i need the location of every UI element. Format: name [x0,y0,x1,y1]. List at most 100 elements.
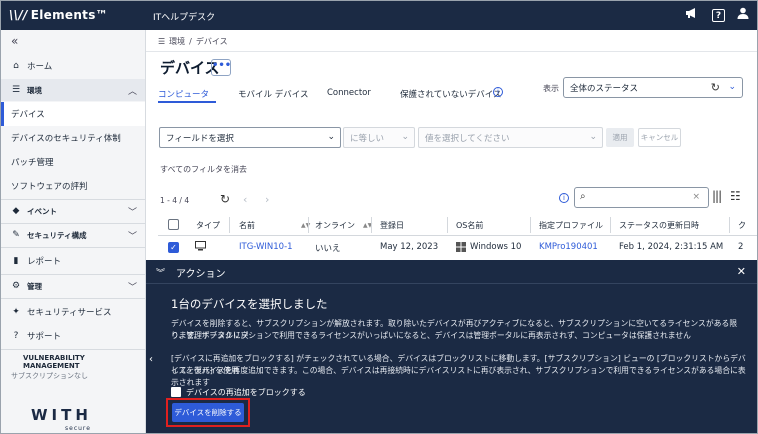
device-name-link[interactable]: ITG-WIN10-1 [239,242,293,252]
column-header-online[interactable]: オンライン [315,220,355,231]
brand-name: Elements™ [30,8,108,22]
event-icon: ◆ [12,206,20,216]
field-select[interactable]: フィールドを選択 ⌄ [159,127,341,148]
cancel-button[interactable]: キャンセル [638,128,681,147]
delete-device-button[interactable]: デバイスを削除する [172,403,244,422]
chevron-down-icon: ⌄ [589,132,597,142]
tab-mobile-devices[interactable]: モバイル デバイス [238,88,308,100]
app-window: \\//Elements™ ITヘルプデスク ? « ⌂ ホーム ☰ 環境 ︿ デバイ… [0,0,758,434]
select-all-checkbox[interactable] [168,219,179,230]
sidebar-group-security-config[interactable]: ✎ セキュリティ構成 ﹀ [1,224,145,246]
sidebar-item-security-services[interactable]: ✦ セキュリティサービス [1,300,145,324]
status-updated: Feb 1, 2024, 2:31:15 AM [619,242,724,252]
service-icon: ✦ [12,307,20,317]
sidebar-group-environment[interactable]: ☰ 環境 ︿ [1,79,145,101]
profile-link[interactable]: KMPro190401 [539,242,598,252]
breadcrumb: ☰ 環境 / デバイス [158,36,228,47]
description-line: して、デバイスを再度追加できます。この場合、デバイスは再接続時にデバイスリストに… [171,366,746,387]
table-row[interactable]: ✓ ITG-WIN10-1 いいえ May 12, 2023 Windows 1… [158,236,757,260]
brand-logo[interactable]: \\//Elements™ [9,8,108,22]
breadcrumb-current: デバイス [195,37,228,46]
next-page-icon[interactable]: › [265,193,269,206]
top-bar: \\//Elements™ ITヘルプデスク ? [1,1,757,30]
prev-page-icon[interactable]: ‹ [243,193,247,206]
user-icon[interactable] [735,7,751,23]
block-readd-label[interactable]: デバイスの再追加をブロックする [186,387,306,398]
sidebar-item-support[interactable]: ? サポート [1,324,145,348]
breadcrumb-root[interactable]: 環境 [169,36,185,47]
column-header-registered[interactable]: 登録日 [380,220,404,231]
os-name: Windows 10 [470,242,522,252]
tab-unprotected-devices[interactable]: 保護されていないデバイス [400,88,502,100]
sidebar-item-reports[interactable]: ▮ レポート [1,249,145,273]
refresh-icon[interactable]: ↻ [220,192,230,206]
divider [1,349,145,350]
sidebar-item-device-security[interactable]: デバイスのセキュリティ体制 [1,126,145,150]
withsecure-logo-sub: secure [65,425,91,432]
filter-settings-icon[interactable]: ☷ [730,189,741,203]
apply-button[interactable]: 適用 [606,128,634,147]
block-readd-checkbox[interactable] [171,387,181,397]
collapse-sidebar-icon[interactable]: « [11,34,18,48]
refresh-icon[interactable]: ↻ [711,81,720,94]
chevron-down-icon: ﹀ [127,231,137,242]
row-checkbox[interactable]: ✓ [168,242,179,253]
help-icon[interactable]: ? [712,9,725,22]
columns-icon[interactable]: ||| [712,189,722,203]
info-icon[interactable]: i [493,87,503,97]
status-select[interactable]: 全体のステータス ↻ ⌄ [563,77,743,98]
close-icon[interactable]: ✕ [737,265,746,278]
search-input[interactable]: ⌕ × [574,187,709,208]
highlight-box: デバイスを削除する [166,398,250,427]
list-icon: ☰ [158,37,166,46]
clear-search-icon[interactable]: × [692,192,700,202]
operator-select[interactable]: に等しい ⌄ [343,127,415,148]
tab-connector[interactable]: Connector [327,88,371,98]
search-icon: ⌕ [580,191,586,202]
gear-icon: ⚙ [11,281,21,291]
chevron-down-icon: ⌄ [327,132,335,142]
sidebar-item-home[interactable]: ⌂ ホーム [1,54,145,78]
support-icon: ? [13,331,19,341]
chevron-left-icon[interactable]: ‹ [149,354,153,365]
column-header-status-updated[interactable]: ステータスの更新日時 [619,220,699,231]
action-panel-title: アクション [176,269,226,280]
megaphone-icon[interactable] [684,7,700,23]
tab-computers[interactable]: コンピュータ [158,88,209,100]
column-header-type[interactable]: タイプ [196,220,220,231]
sidebar-group-management[interactable]: ⚙ 管理 ﹀ [1,275,145,297]
value-select[interactable]: 値を選択してください ⌄ [418,127,603,148]
divider [1,247,145,248]
sidebar-item-software-reputation[interactable]: ソフトウェアの評判 [1,174,145,198]
main-content: ☰ 環境 / デバイス デバイス ••• コンピュータ モバイル デバイス Co… [146,30,757,260]
active-tab-indicator [158,101,216,103]
chevron-up-icon: ︿ [127,86,137,97]
list-icon: ☰ [11,85,21,95]
column-header-extra[interactable]: ク [738,220,746,231]
sidebar-group-events[interactable]: ◆ イベント ﹀ [1,200,145,222]
home-icon: ⌂ [13,61,19,71]
action-panel: ︾ アクション ✕ ‹ 1台のデバイスを選択しました デバイスを削除すると、サブ… [146,260,757,433]
more-actions-button[interactable]: ••• [211,59,231,76]
column-header-os[interactable]: OS名前 [456,220,483,231]
chevron-down-icon: ﹀ [127,282,137,293]
brand-mark-icon: \\// [9,8,28,22]
clear-filters-link[interactable]: すべてのフィルタを消去 [160,164,247,175]
withsecure-logo: WITH [31,406,92,424]
sidebar-item-patch-management[interactable]: パッチ管理 [1,150,145,174]
breadcrumb-separator: / [189,37,192,46]
table-header: タイプ 名前 ▲▼ オンライン ▲▼ 登録日 OS名前 指定プロファイル ステー… [158,214,757,236]
collapse-panel-icon[interactable]: ︾ [156,266,165,279]
column-header-name[interactable]: 名前 [239,220,255,231]
info-icon[interactable]: i [559,193,569,203]
extra-value: 2 [738,242,744,252]
sidebar: « ⌂ ホーム ☰ 環境 ︿ デバイス デバイスのセキュリティ体制 パッチ管理 ソフト… [1,30,146,433]
status-label: 表示 [543,84,559,93]
sidebar-item-devices[interactable]: デバイス [1,102,145,126]
chart-icon: ▮ [13,256,19,266]
selection-heading: 1台のデバイスを選択しました [171,297,328,311]
chevron-down-icon: ⌄ [401,132,409,142]
vulnerability-management[interactable]: VULNERABILITY MANAGEMENT サブスクリプションなし [11,354,141,381]
column-header-profile[interactable]: 指定プロファイル [539,220,603,231]
divider [1,298,145,299]
